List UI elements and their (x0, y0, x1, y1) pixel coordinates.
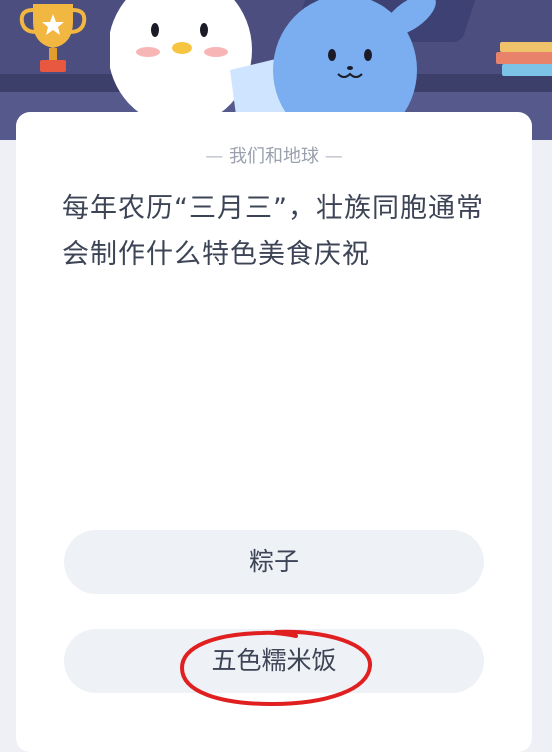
section-title: — 我们和地球 — (16, 142, 532, 168)
section-title-text: 我们和地球 (229, 146, 319, 167)
books-icon (496, 42, 552, 76)
trophy-icon (19, 4, 87, 72)
title-dash-left: — (205, 146, 224, 167)
title-dash-right: — (324, 146, 343, 167)
option-button-1[interactable]: 粽子 (64, 530, 484, 594)
hand-drawn-circle-annotation (179, 629, 372, 707)
question-text: 每年农历“三月三”，壮族同胞通常会制作什么特色美食庆祝 (62, 193, 484, 270)
